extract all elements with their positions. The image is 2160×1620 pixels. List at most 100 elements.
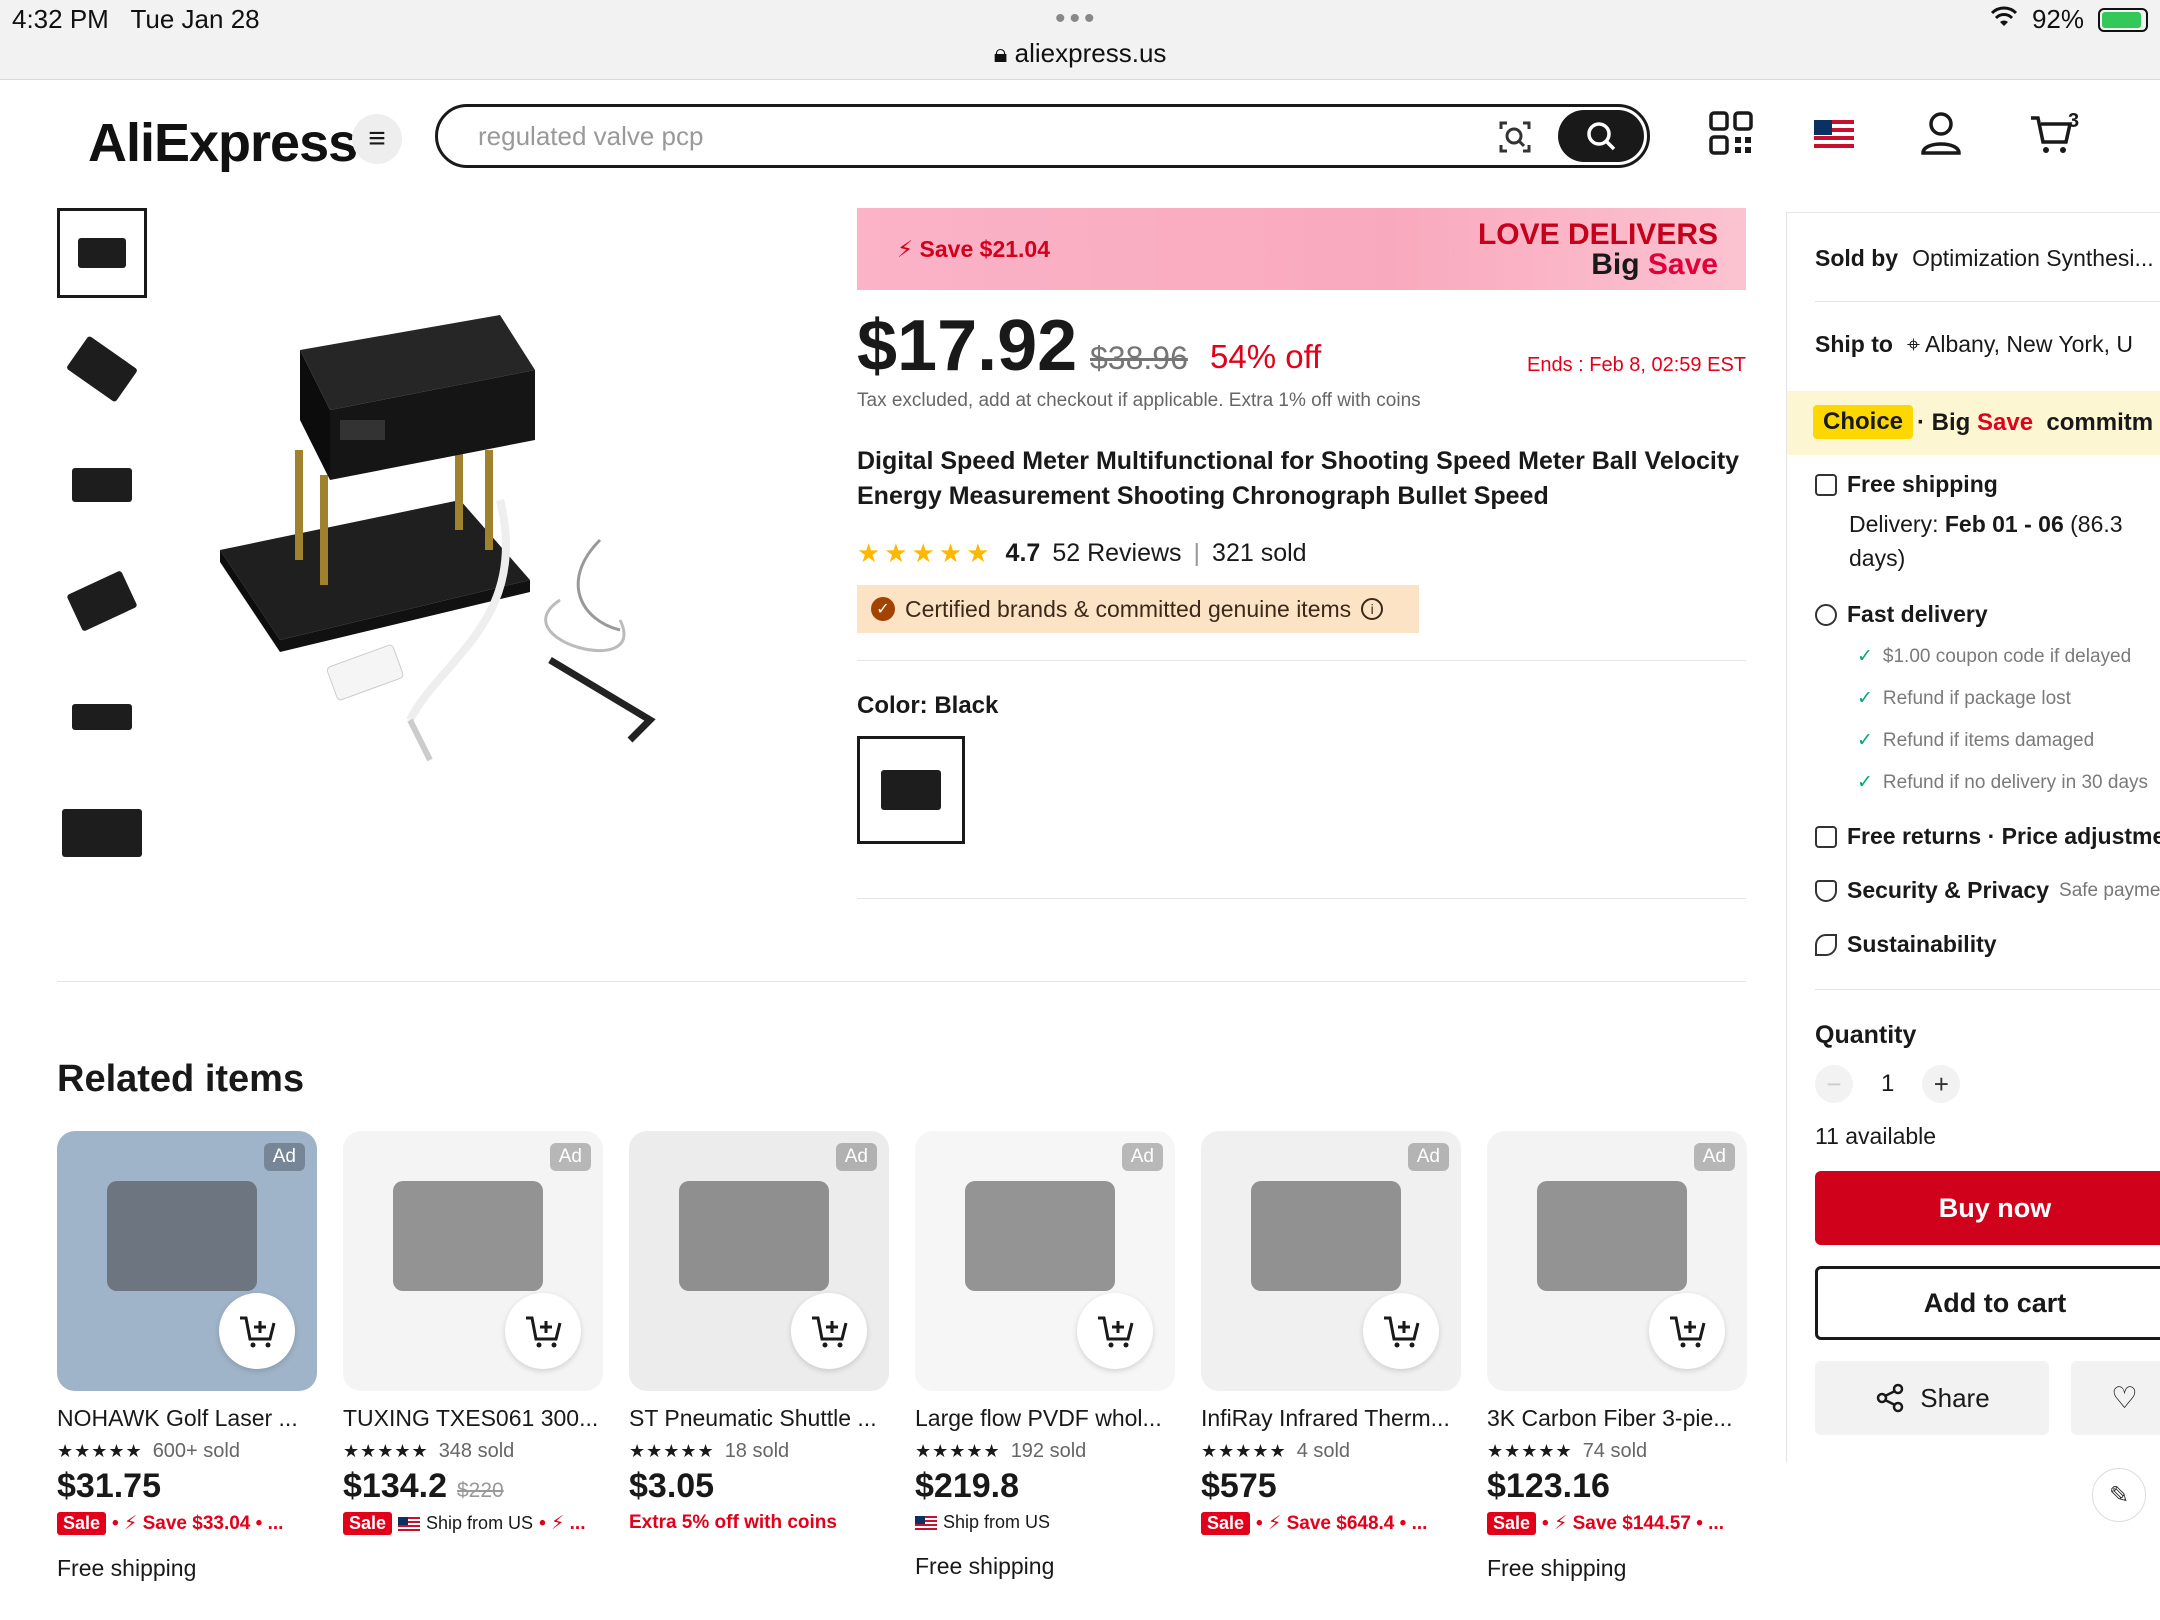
search-input[interactable] xyxy=(478,115,1478,157)
multitask-dots-icon[interactable]: ••• xyxy=(1055,2,1099,36)
promo-row: Sale • ⚡︎ Save $648.4 • ... xyxy=(1201,1512,1461,1535)
info-icon[interactable]: i xyxy=(1361,598,1384,620)
sale-badge: Sale xyxy=(1201,1512,1251,1535)
free-shipping-row: Free shipping xyxy=(1815,471,1998,498)
sale-end-time: Ends : Feb 8, 02:59 EST xyxy=(1526,354,1746,376)
check-icon: ✓ xyxy=(1857,772,1873,793)
related-item-card[interactable]: Ad Large flow PVDF whol... ★★★★★ 192 sold… xyxy=(915,1131,1175,1580)
cart-plus-icon xyxy=(526,1316,562,1348)
location-pin-icon: ⌖ xyxy=(1906,331,1920,357)
seller-link[interactable]: Optimization Synthesi... xyxy=(1912,245,2154,271)
related-item-image[interactable]: Ad xyxy=(1487,1131,1747,1391)
related-item-card[interactable]: Ad 3K Carbon Fiber 3-pie... ★★★★★ 74 sold… xyxy=(1487,1131,1747,1582)
related-item-image[interactable]: Ad xyxy=(1201,1131,1461,1391)
qr-code-icon[interactable] xyxy=(1708,110,1758,160)
increase-button[interactable]: + xyxy=(1922,1065,1961,1103)
related-item-name[interactable]: ST Pneumatic Shuttle ... xyxy=(629,1405,885,1432)
original-price: $220 xyxy=(457,1479,504,1502)
promo-row: Sale • ⚡︎ Save $144.57 • ... xyxy=(1487,1512,1747,1535)
related-item-image[interactable]: Ad xyxy=(57,1131,317,1391)
us-flag-icon xyxy=(915,1515,937,1530)
related-item-name[interactable]: TUXING TXES061 300... xyxy=(343,1405,599,1432)
divider xyxy=(1815,989,2160,990)
related-item-rating: ★★★★★ 600+ sold xyxy=(57,1440,317,1463)
quantity-stepper: − 1 + xyxy=(1815,1065,1961,1103)
thumbnail-1[interactable] xyxy=(57,208,147,298)
free-shipping-label: Free shipping xyxy=(1487,1555,1627,1581)
edit-pencil-button[interactable]: ✎ xyxy=(2092,1468,2146,1522)
wishlist-button[interactable]: ♡ xyxy=(2071,1361,2160,1435)
thumbnail-5[interactable] xyxy=(57,672,147,762)
add-to-cart-icon-button[interactable] xyxy=(1363,1293,1439,1369)
main-product-image[interactable] xyxy=(200,300,820,780)
related-item-name[interactable]: Large flow PVDF whol... xyxy=(915,1405,1171,1432)
related-item-price: $3.05 xyxy=(629,1467,715,1505)
add-to-cart-icon-button[interactable] xyxy=(1649,1293,1725,1369)
thumbnail-6[interactable] xyxy=(57,788,147,878)
add-to-cart-icon-button[interactable] xyxy=(219,1293,295,1369)
check-icon: ✓ xyxy=(1857,730,1873,751)
thumbnail-3[interactable] xyxy=(57,440,147,530)
ship-to-row[interactable]: Ship to ⌖ Albany, New York, U xyxy=(1815,331,2133,358)
choice-banner[interactable]: Choice · Big Save commitm xyxy=(1787,391,2160,455)
share-icon xyxy=(1877,1383,1904,1413)
search-icon xyxy=(1587,122,1616,151)
promo-row: Sale Ship from US • ⚡︎ ... xyxy=(343,1512,603,1535)
site-header: AliExpress ≡ 3 xyxy=(0,80,2160,190)
rating-value: 4.7 xyxy=(1005,539,1041,567)
separator: | xyxy=(1193,539,1201,567)
address-bar[interactable]: 🔒︎ aliexpress.us xyxy=(0,38,2160,70)
related-item-image[interactable]: Ad xyxy=(343,1131,603,1391)
reviews-link[interactable]: 52 Reviews xyxy=(1052,539,1181,568)
ship-from-us-badge: Ship from US xyxy=(915,1512,1050,1533)
add-to-cart-icon-button[interactable] xyxy=(505,1293,581,1369)
love-delivers-logo: LOVE DELIVERS Big Save xyxy=(1477,218,1718,281)
sold-count: 192 sold xyxy=(1010,1440,1087,1462)
related-item-name[interactable]: NOHAWK Golf Laser ... xyxy=(57,1405,313,1432)
related-item-rating: ★★★★★ 74 sold xyxy=(1487,1440,1747,1463)
related-item-card[interactable]: Ad InfiRay Infrared Therm... ★★★★★ 4 sold… xyxy=(1201,1131,1461,1535)
related-item-card[interactable]: Ad ST Pneumatic Shuttle ... ★★★★★ 18 sold… xyxy=(629,1131,889,1534)
aliexpress-logo[interactable]: AliExpress xyxy=(88,112,358,174)
related-item-price: $575 xyxy=(1201,1467,1277,1505)
thumbnail-2[interactable] xyxy=(57,324,147,414)
buy-now-button[interactable]: Buy now xyxy=(1815,1171,2160,1245)
add-to-cart-icon-button[interactable] xyxy=(791,1293,867,1369)
sold-count: 600+ sold xyxy=(152,1440,240,1462)
related-item-image[interactable]: Ad xyxy=(915,1131,1175,1391)
image-search-icon[interactable] xyxy=(1495,117,1535,157)
related-item-name[interactable]: 3K Carbon Fiber 3-pie... xyxy=(1487,1405,1743,1432)
certified-badge[interactable]: ✓ Certified brands & committed genuine i… xyxy=(857,585,1419,633)
us-flag-icon[interactable] xyxy=(1814,120,1864,170)
account-icon[interactable] xyxy=(1918,110,1968,160)
add-to-cart-icon-button[interactable] xyxy=(1077,1293,1153,1369)
sustainability-row[interactable]: Sustainability xyxy=(1815,931,1997,958)
color-option-black[interactable] xyxy=(857,736,965,844)
search-button[interactable] xyxy=(1558,110,1644,162)
color-label: Color: Black xyxy=(857,692,999,719)
share-button[interactable]: Share xyxy=(1815,1361,2049,1435)
promo-row: Extra 5% off with coins xyxy=(629,1512,889,1534)
related-item-name[interactable]: InfiRay Infrared Therm... xyxy=(1201,1405,1457,1432)
status-right: 92% xyxy=(1990,4,2148,35)
related-item-image[interactable]: Ad xyxy=(629,1131,889,1391)
related-item-card[interactable]: Ad NOHAWK Golf Laser ... ★★★★★ 600+ sold … xyxy=(57,1131,317,1582)
promo-text: • ⚡︎ ... xyxy=(539,1513,586,1534)
menu-button[interactable]: ≡ xyxy=(352,114,402,164)
security-row[interactable]: Security & Privacy Safe paymen xyxy=(1815,877,2160,904)
decrease-button[interactable]: − xyxy=(1815,1065,1853,1103)
check-item: ✓ Refund if items damaged xyxy=(1857,730,2095,751)
free-returns-row[interactable]: Free returns · Price adjustme xyxy=(1815,823,2160,850)
related-item-card[interactable]: Ad TUXING TXES061 300... ★★★★★ 348 sold $… xyxy=(343,1131,603,1535)
add-to-cart-button[interactable]: Add to cart xyxy=(1815,1266,2160,1340)
lightning-icon: ⚡︎ xyxy=(897,236,914,262)
discount-percent: 54% off xyxy=(1210,338,1322,375)
choice-text: · Big Save commitm xyxy=(1917,409,2154,436)
status-time: 4:32 PM Tue Jan 28 xyxy=(12,4,260,34)
thumbnail-4[interactable] xyxy=(57,556,147,646)
leaf-icon xyxy=(1815,933,1837,956)
promo-banner[interactable]: ⚡︎ Save $21.04 LOVE DELIVERS Big Save xyxy=(857,208,1746,290)
share-label: Share xyxy=(1920,1382,1990,1413)
current-price: $17.92 xyxy=(857,306,1078,386)
us-flag-icon xyxy=(398,1516,421,1531)
